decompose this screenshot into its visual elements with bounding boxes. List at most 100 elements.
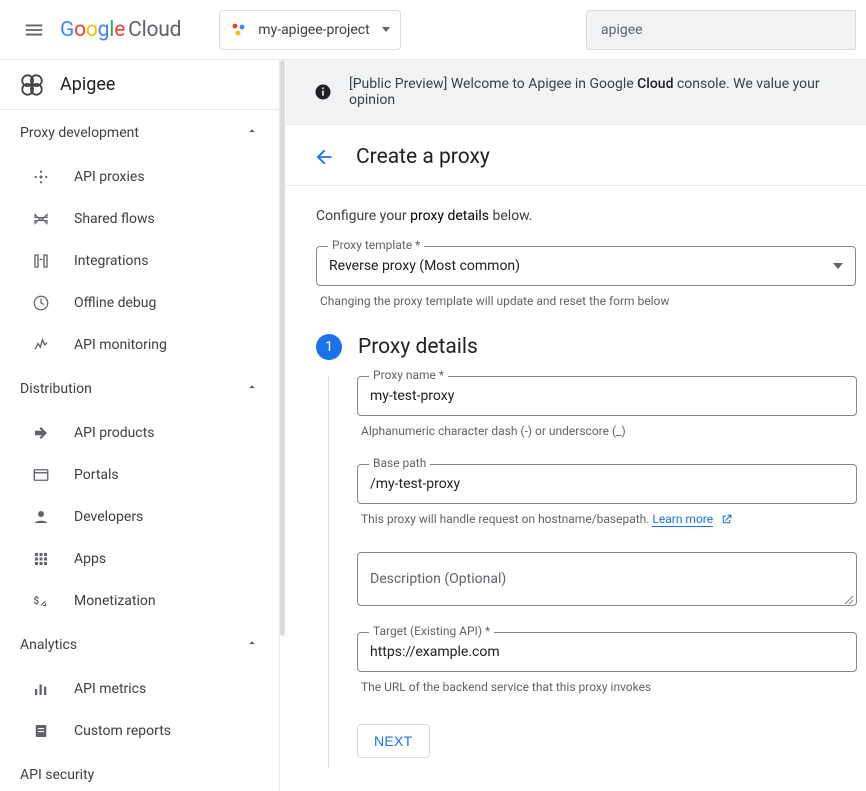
sidebar-item-label: API products	[74, 425, 154, 441]
chevron-up-icon	[245, 124, 259, 142]
sidebar-item-label: Custom reports	[74, 723, 171, 739]
base-path-label: Base path	[369, 456, 430, 470]
api-monitoring-icon	[30, 334, 52, 356]
step-1-title: Proxy details	[358, 335, 478, 359]
portals-icon	[30, 464, 52, 486]
sidebar-item-label: Shared flows	[74, 211, 155, 227]
monetization-icon: $	[30, 590, 52, 612]
proxy-name-input[interactable]	[357, 376, 857, 416]
hamburger-menu-button[interactable]	[10, 6, 58, 54]
sidebar-item-label: Developers	[74, 509, 143, 525]
nav-section-label: Distribution	[20, 381, 92, 397]
api-products-icon	[30, 422, 52, 444]
sidebar-item-label: API metrics	[74, 681, 146, 697]
sidebar-item-portals[interactable]: Portals	[0, 454, 279, 496]
next-button[interactable]: NEXT	[357, 724, 430, 758]
logo-cloud-text: Cloud	[128, 18, 181, 42]
sidebar-item-api-products[interactable]: API products	[0, 412, 279, 454]
sidebar-item-offline-debug[interactable]: Offline debug	[0, 282, 279, 324]
intro-text: Configure your proxy details below.	[316, 208, 846, 224]
sidebar-item-label: API monitoring	[74, 337, 167, 353]
chevron-up-icon	[245, 380, 259, 398]
nav-section-proxy-development[interactable]: Proxy development	[0, 110, 279, 156]
banner-bold: Cloud	[637, 76, 673, 92]
base-path-helper: This proxy will handle request on hostna…	[361, 512, 846, 526]
step-1-header: 1 Proxy details	[316, 334, 846, 360]
product-title: Apigee	[60, 74, 115, 95]
chevron-down-icon	[833, 263, 843, 269]
info-icon	[312, 83, 333, 101]
base-path-helper-text: This proxy will handle request on hostna…	[361, 512, 652, 526]
product-header[interactable]: Apigee	[0, 60, 279, 110]
sidebar-item-label: Integrations	[74, 253, 148, 269]
chevron-up-icon	[245, 636, 259, 654]
nav-section-analytics[interactable]: Analytics	[0, 622, 279, 668]
sidebar-item-custom-reports[interactable]: Custom reports	[0, 710, 279, 752]
page-title: Create a proxy	[356, 145, 490, 169]
proxy-template-label: Proxy template *	[328, 238, 424, 252]
sidebar-item-label: Offline debug	[74, 295, 156, 311]
proxy-name-helper: Alphanumeric character dash (-) or under…	[361, 424, 846, 438]
learn-more-link[interactable]: Learn more	[652, 512, 713, 527]
intro-b: proxy details	[410, 208, 489, 224]
sidebar-item-monetization[interactable]: $ Monetization	[0, 580, 279, 622]
banner-text: [Public Preview] Welcome to Apigee in Go…	[349, 76, 846, 108]
target-label: Target (Existing API) *	[369, 624, 494, 638]
sidebar-item-developers[interactable]: Developers	[0, 496, 279, 538]
api-proxies-icon	[30, 166, 52, 188]
api-metrics-icon	[30, 678, 52, 700]
sidebar-splitter[interactable]	[280, 60, 286, 791]
top-bar: Google Cloud my-apigee-project apigee	[0, 0, 866, 60]
description-input[interactable]: Description (Optional)	[357, 552, 857, 606]
intro-c: below.	[489, 208, 533, 224]
sidebar: Apigee Proxy development API proxies Sha…	[0, 60, 280, 791]
sidebar-item-api-proxies[interactable]: API proxies	[0, 156, 279, 198]
sidebar-item-api-metrics[interactable]: API metrics	[0, 668, 279, 710]
target-helper: The URL of the backend service that this…	[361, 680, 846, 694]
proxy-name-label: Proxy name *	[369, 368, 448, 382]
hamburger-icon	[23, 19, 45, 41]
project-icon	[230, 21, 248, 39]
developers-icon	[30, 506, 52, 528]
project-picker[interactable]: my-apigee-project	[219, 10, 400, 50]
apps-icon	[30, 548, 52, 570]
intro-a: Configure your	[316, 208, 410, 224]
target-input[interactable]	[357, 632, 857, 672]
shared-flows-icon	[30, 208, 52, 230]
nav-section-api-security[interactable]: API security	[0, 752, 279, 791]
custom-reports-icon	[30, 720, 52, 742]
proxy-template-value: Reverse proxy (Most common)	[329, 258, 520, 274]
apigee-logo-icon	[18, 71, 46, 99]
nav-section-label: Analytics	[20, 637, 77, 653]
sidebar-item-apps[interactable]: Apps	[0, 538, 279, 580]
nav-section-distribution[interactable]: Distribution	[0, 366, 279, 412]
sidebar-item-shared-flows[interactable]: Shared flows	[0, 198, 279, 240]
nav-section-label: Proxy development	[20, 125, 139, 141]
nav-section-label: API security	[20, 767, 94, 783]
sidebar-item-label: Portals	[74, 467, 119, 483]
step-1-badge: 1	[316, 334, 342, 360]
resize-handle-icon[interactable]	[844, 593, 854, 603]
offline-debug-icon	[30, 292, 52, 314]
sidebar-item-integrations[interactable]: Integrations	[0, 240, 279, 282]
back-button[interactable]	[312, 145, 336, 169]
arrow-left-icon	[313, 146, 335, 168]
page-header: Create a proxy	[286, 125, 866, 186]
search-value: apigee	[601, 22, 643, 38]
sidebar-item-api-monitoring[interactable]: API monitoring	[0, 324, 279, 366]
chevron-down-icon	[382, 27, 390, 32]
proxy-template-helper: Changing the proxy template will update …	[320, 294, 846, 308]
base-path-input[interactable]	[357, 464, 857, 504]
external-link-icon	[720, 513, 733, 526]
sidebar-item-label: API proxies	[74, 169, 145, 185]
integrations-icon	[30, 250, 52, 272]
preview-banner: [Public Preview] Welcome to Apigee in Go…	[286, 60, 866, 125]
sidebar-item-label: Apps	[74, 551, 106, 567]
project-name: my-apigee-project	[258, 22, 369, 38]
search-input[interactable]: apigee	[586, 10, 856, 50]
google-cloud-logo[interactable]: Google Cloud	[60, 18, 181, 42]
banner-prefix: [Public Preview] Welcome to Apigee in Go…	[349, 76, 637, 92]
sidebar-item-label: Monetization	[74, 593, 156, 609]
proxy-template-select[interactable]: Reverse proxy (Most common)	[316, 246, 856, 286]
main-content: [Public Preview] Welcome to Apigee in Go…	[286, 60, 866, 791]
